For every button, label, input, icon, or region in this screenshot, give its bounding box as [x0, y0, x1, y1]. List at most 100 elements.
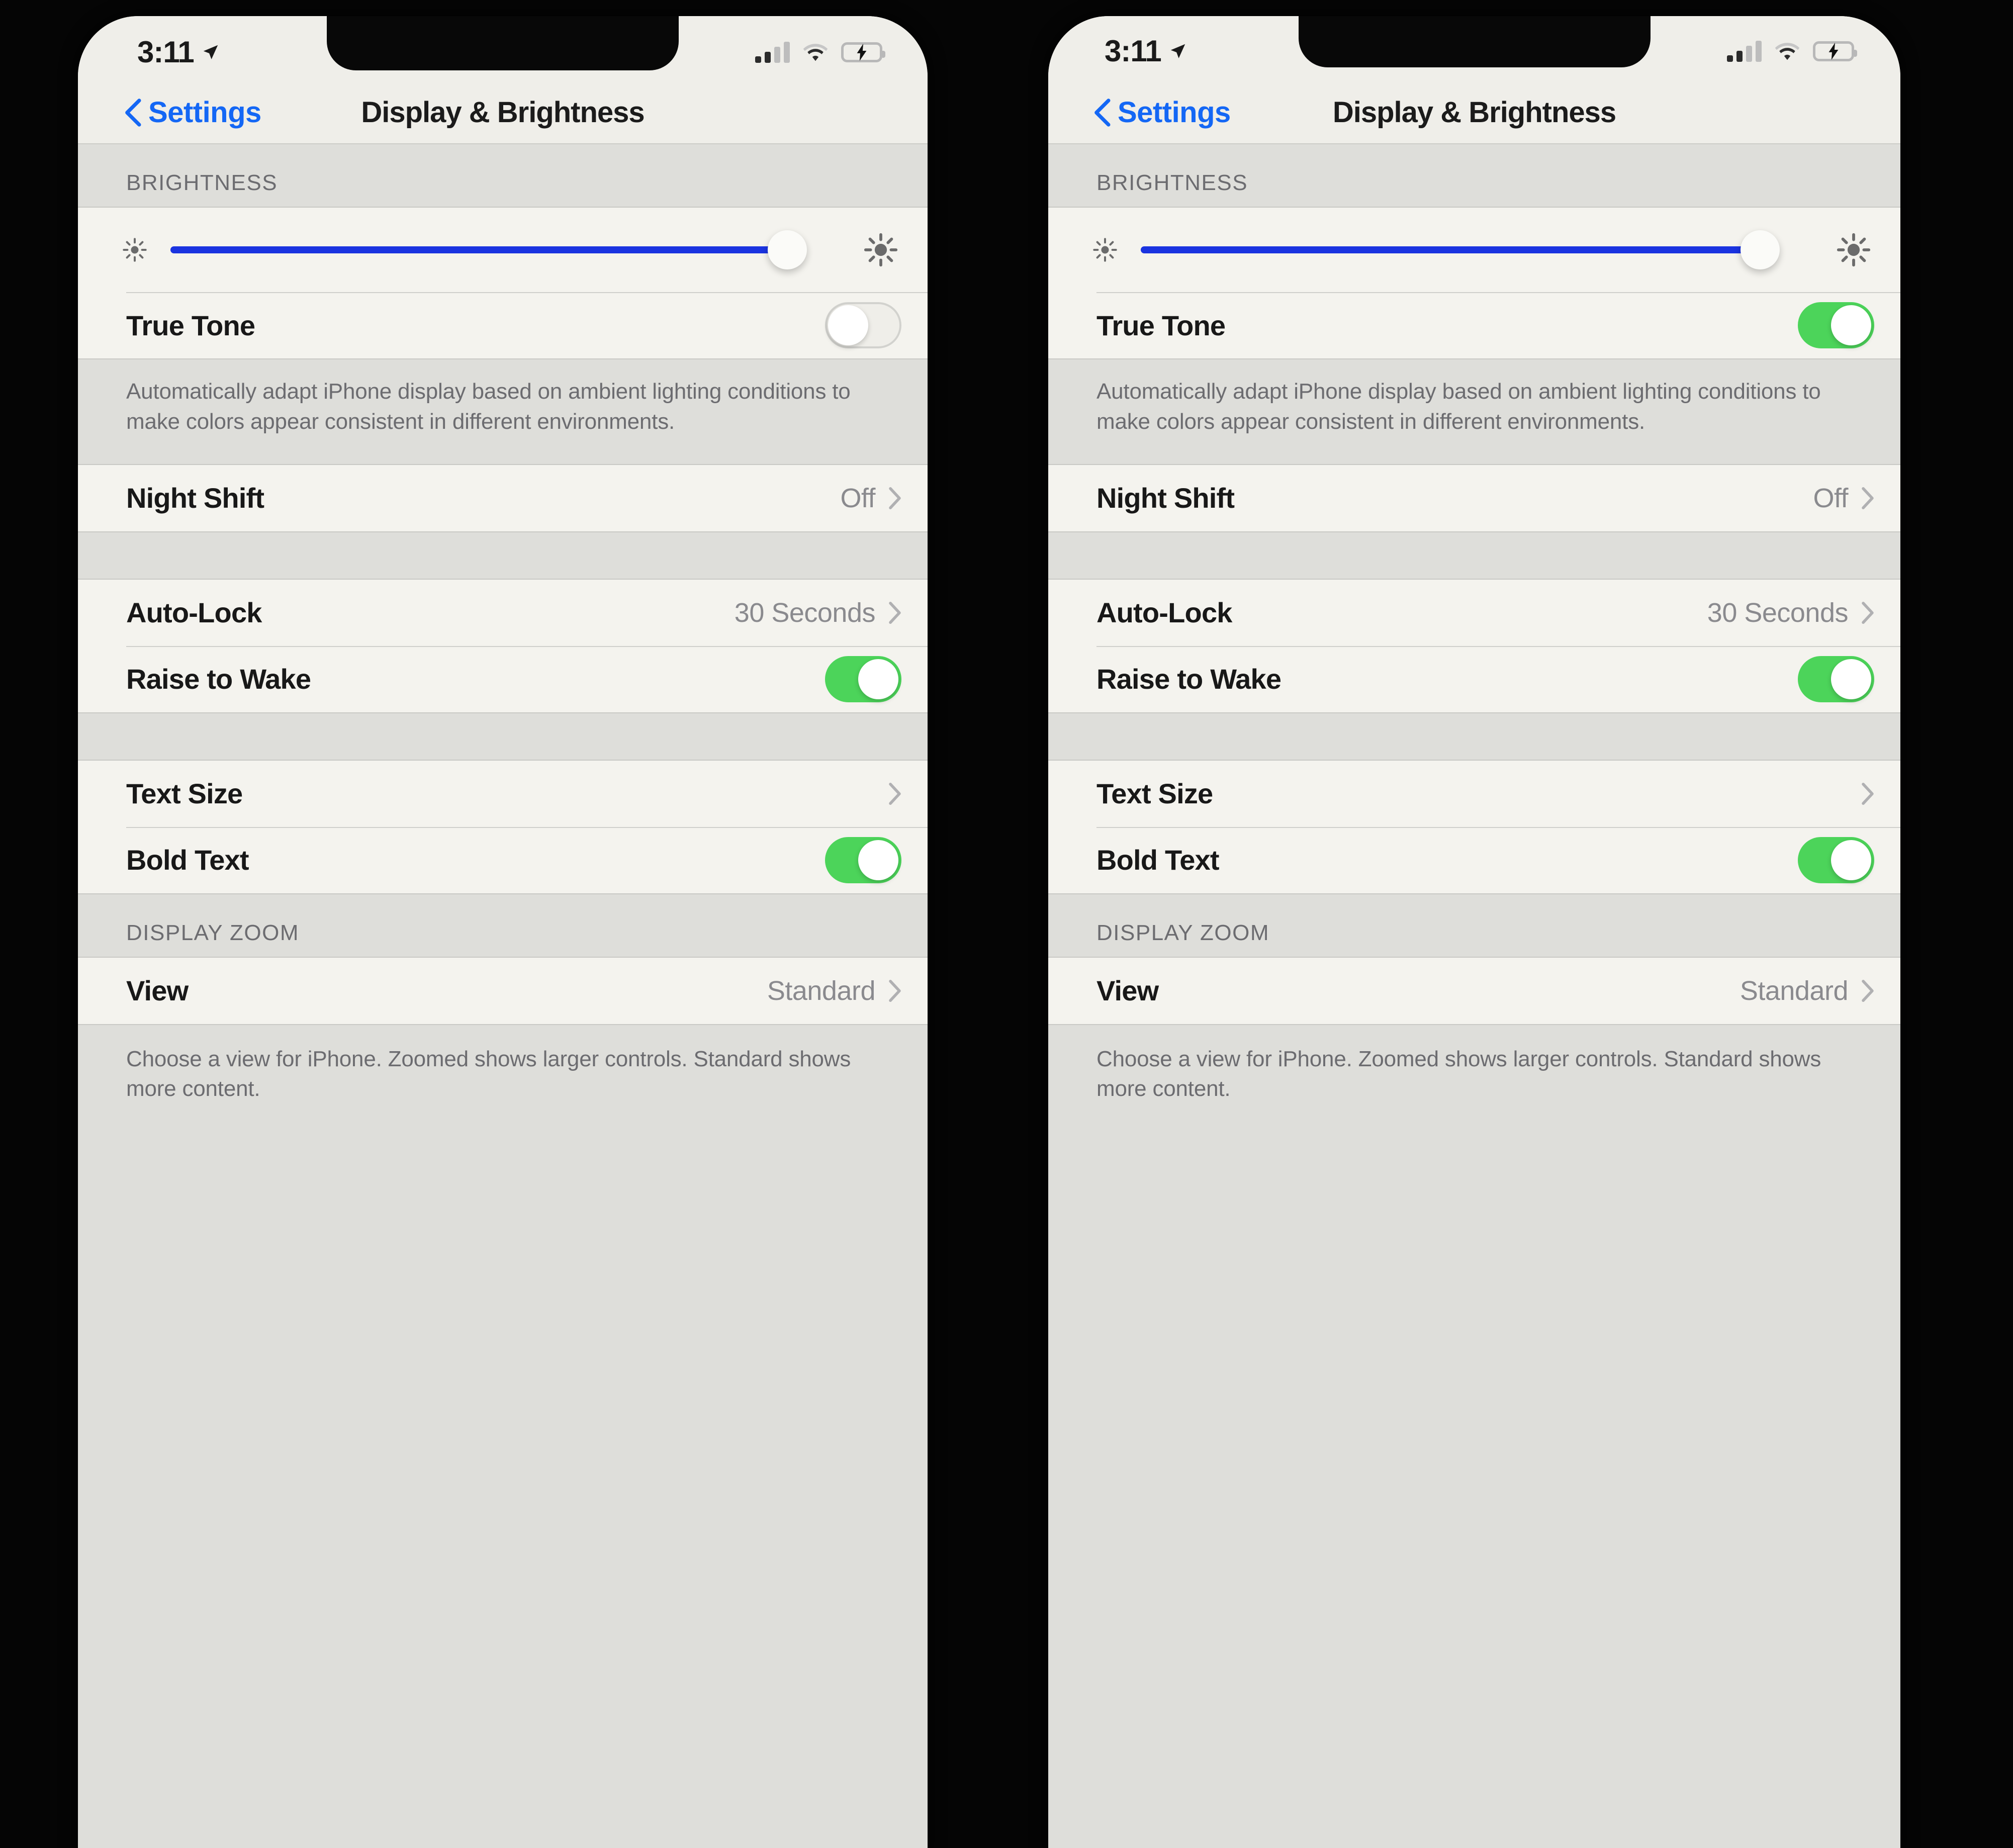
section-header-brightness: BRIGHTNESS	[1048, 144, 1900, 207]
text-size-row[interactable]: Text Size	[78, 761, 928, 827]
night-shift-value: Off	[1813, 483, 1848, 513]
bold-text-row[interactable]: Bold Text	[78, 826, 928, 893]
chevron-right-icon	[1862, 601, 1874, 624]
brightness-slider-row[interactable]	[1048, 208, 1900, 292]
chevron-right-icon	[889, 782, 901, 805]
cellular-signal-icon	[755, 42, 790, 63]
true-tone-toggle[interactable]	[825, 302, 901, 348]
autolock-group: Auto-Lock 30 Seconds Raise to Wake	[1048, 578, 1900, 713]
view-label: View	[126, 975, 189, 1007]
night-shift-row[interactable]: Night Shift Off	[78, 465, 928, 531]
section-header-display-zoom: DISPLAY ZOOM	[78, 894, 928, 957]
section-header-brightness: BRIGHTNESS	[78, 144, 928, 207]
true-tone-row[interactable]: True Tone	[78, 292, 928, 358]
navigation-bar: Settings Display & Brightness	[78, 81, 928, 144]
battery-charging-icon	[841, 42, 885, 62]
status-time: 3:11	[1105, 34, 1162, 68]
view-footnote: Choose a view for iPhone. Zoomed shows l…	[78, 1025, 928, 1132]
wifi-icon	[803, 44, 828, 61]
location-arrow-icon	[1170, 44, 1185, 58]
auto-lock-row[interactable]: Auto-Lock 30 Seconds	[1048, 580, 1900, 646]
text-size-label: Text Size	[1096, 778, 1213, 810]
raise-to-wake-label: Raise to Wake	[1096, 663, 1282, 695]
brightness-high-icon	[1837, 233, 1870, 266]
auto-lock-row[interactable]: Auto-Lock 30 Seconds	[78, 580, 928, 646]
display-zoom-group: View Standard	[1048, 956, 1900, 1025]
view-label: View	[1096, 975, 1159, 1007]
true-tone-footnote: Automatically adapt iPhone display based…	[1048, 359, 1900, 464]
charging-bolt-icon	[1828, 43, 1839, 60]
wifi-icon	[1775, 43, 1800, 60]
section-gap-1	[1048, 532, 1900, 579]
view-row[interactable]: View Standard	[1048, 958, 1900, 1024]
true-tone-row[interactable]: True Tone	[1048, 292, 1900, 358]
phone-screen: 3:11 Settings Display & Brightness BRIGH…	[1048, 16, 1900, 1848]
brightness-group: True Tone	[78, 207, 928, 359]
night-shift-group: Night Shift Off	[78, 464, 928, 532]
brightness-slider-track[interactable]	[1141, 230, 1814, 269]
phone-right: 3:11 Settings Display & Brightness BRIGH…	[1048, 16, 1900, 1848]
true-tone-label: True Tone	[126, 309, 255, 341]
view-value: Standard	[767, 975, 876, 1006]
view-footnote: Choose a view for iPhone. Zoomed shows l…	[1048, 1025, 1900, 1132]
section-gap-2	[1048, 713, 1900, 760]
status-time: 3:11	[137, 35, 195, 69]
status-bar-left: 3:11	[137, 37, 220, 67]
display-notch	[1298, 16, 1651, 67]
location-arrow-icon	[203, 45, 218, 59]
night-shift-row[interactable]: Night Shift Off	[1048, 465, 1900, 531]
view-row[interactable]: View Standard	[78, 958, 928, 1024]
view-value: Standard	[1740, 975, 1849, 1006]
night-shift-label: Night Shift	[126, 482, 264, 514]
bold-text-label: Bold Text	[126, 844, 249, 876]
auto-lock-label: Auto-Lock	[126, 597, 262, 629]
true-tone-toggle[interactable]	[1798, 302, 1874, 348]
back-button[interactable]: Settings	[124, 98, 261, 127]
phone-left: 3:11 Settings Display & Brightness BRIGH…	[78, 16, 928, 1848]
raise-to-wake-toggle[interactable]	[1798, 656, 1874, 702]
auto-lock-label: Auto-Lock	[1096, 597, 1232, 629]
bold-text-toggle[interactable]	[1798, 837, 1874, 883]
raise-to-wake-toggle[interactable]	[825, 656, 901, 702]
chevron-right-icon	[1862, 979, 1874, 1002]
chevron-right-icon	[1862, 782, 1874, 805]
brightness-low-icon	[123, 238, 147, 262]
display-notch	[327, 16, 679, 70]
true-tone-label: True Tone	[1096, 309, 1226, 341]
chevron-right-icon	[1862, 487, 1874, 509]
raise-to-wake-row[interactable]: Raise to Wake	[78, 645, 928, 712]
brightness-slider-row[interactable]	[78, 208, 928, 292]
text-group: Text Size Bold Text	[78, 759, 928, 894]
true-tone-footnote: Automatically adapt iPhone display based…	[78, 359, 928, 464]
section-header-display-zoom: DISPLAY ZOOM	[1048, 894, 1900, 957]
raise-to-wake-row[interactable]: Raise to Wake	[1048, 645, 1900, 712]
phone-screen: 3:11 Settings Display & Brightness BRIGH…	[78, 16, 928, 1848]
status-bar-left: 3:11	[1105, 36, 1187, 66]
back-button[interactable]: Settings	[1093, 98, 1231, 127]
brightness-high-icon	[864, 233, 897, 266]
chevron-right-icon	[889, 979, 901, 1002]
bold-text-toggle[interactable]	[825, 837, 901, 883]
night-shift-value: Off	[840, 483, 875, 513]
text-size-label: Text Size	[126, 778, 243, 810]
brightness-low-icon	[1093, 238, 1117, 262]
charging-bolt-icon	[857, 44, 867, 61]
raise-to-wake-label: Raise to Wake	[126, 663, 311, 695]
status-bar-right	[755, 42, 885, 63]
text-size-row[interactable]: Text Size	[1048, 761, 1900, 827]
night-shift-group: Night Shift Off	[1048, 464, 1900, 532]
battery-charging-icon	[1813, 41, 1857, 61]
bold-text-label: Bold Text	[1096, 844, 1220, 876]
back-button-label: Settings	[1118, 96, 1231, 129]
auto-lock-value: 30 Seconds	[734, 597, 876, 628]
brightness-group: True Tone	[1048, 207, 1900, 359]
settings-list: BRIGHTNESS True Tone Automatically adapt…	[78, 144, 928, 1848]
bold-text-row[interactable]: Bold Text	[1048, 826, 1900, 893]
chevron-left-icon	[125, 98, 141, 127]
brightness-slider-knob[interactable]	[768, 230, 807, 269]
brightness-slider-track[interactable]	[170, 230, 841, 269]
night-shift-label: Night Shift	[1096, 482, 1235, 514]
cellular-signal-icon	[1727, 41, 1762, 62]
display-zoom-group: View Standard	[78, 956, 928, 1025]
brightness-slider-knob[interactable]	[1740, 230, 1780, 269]
